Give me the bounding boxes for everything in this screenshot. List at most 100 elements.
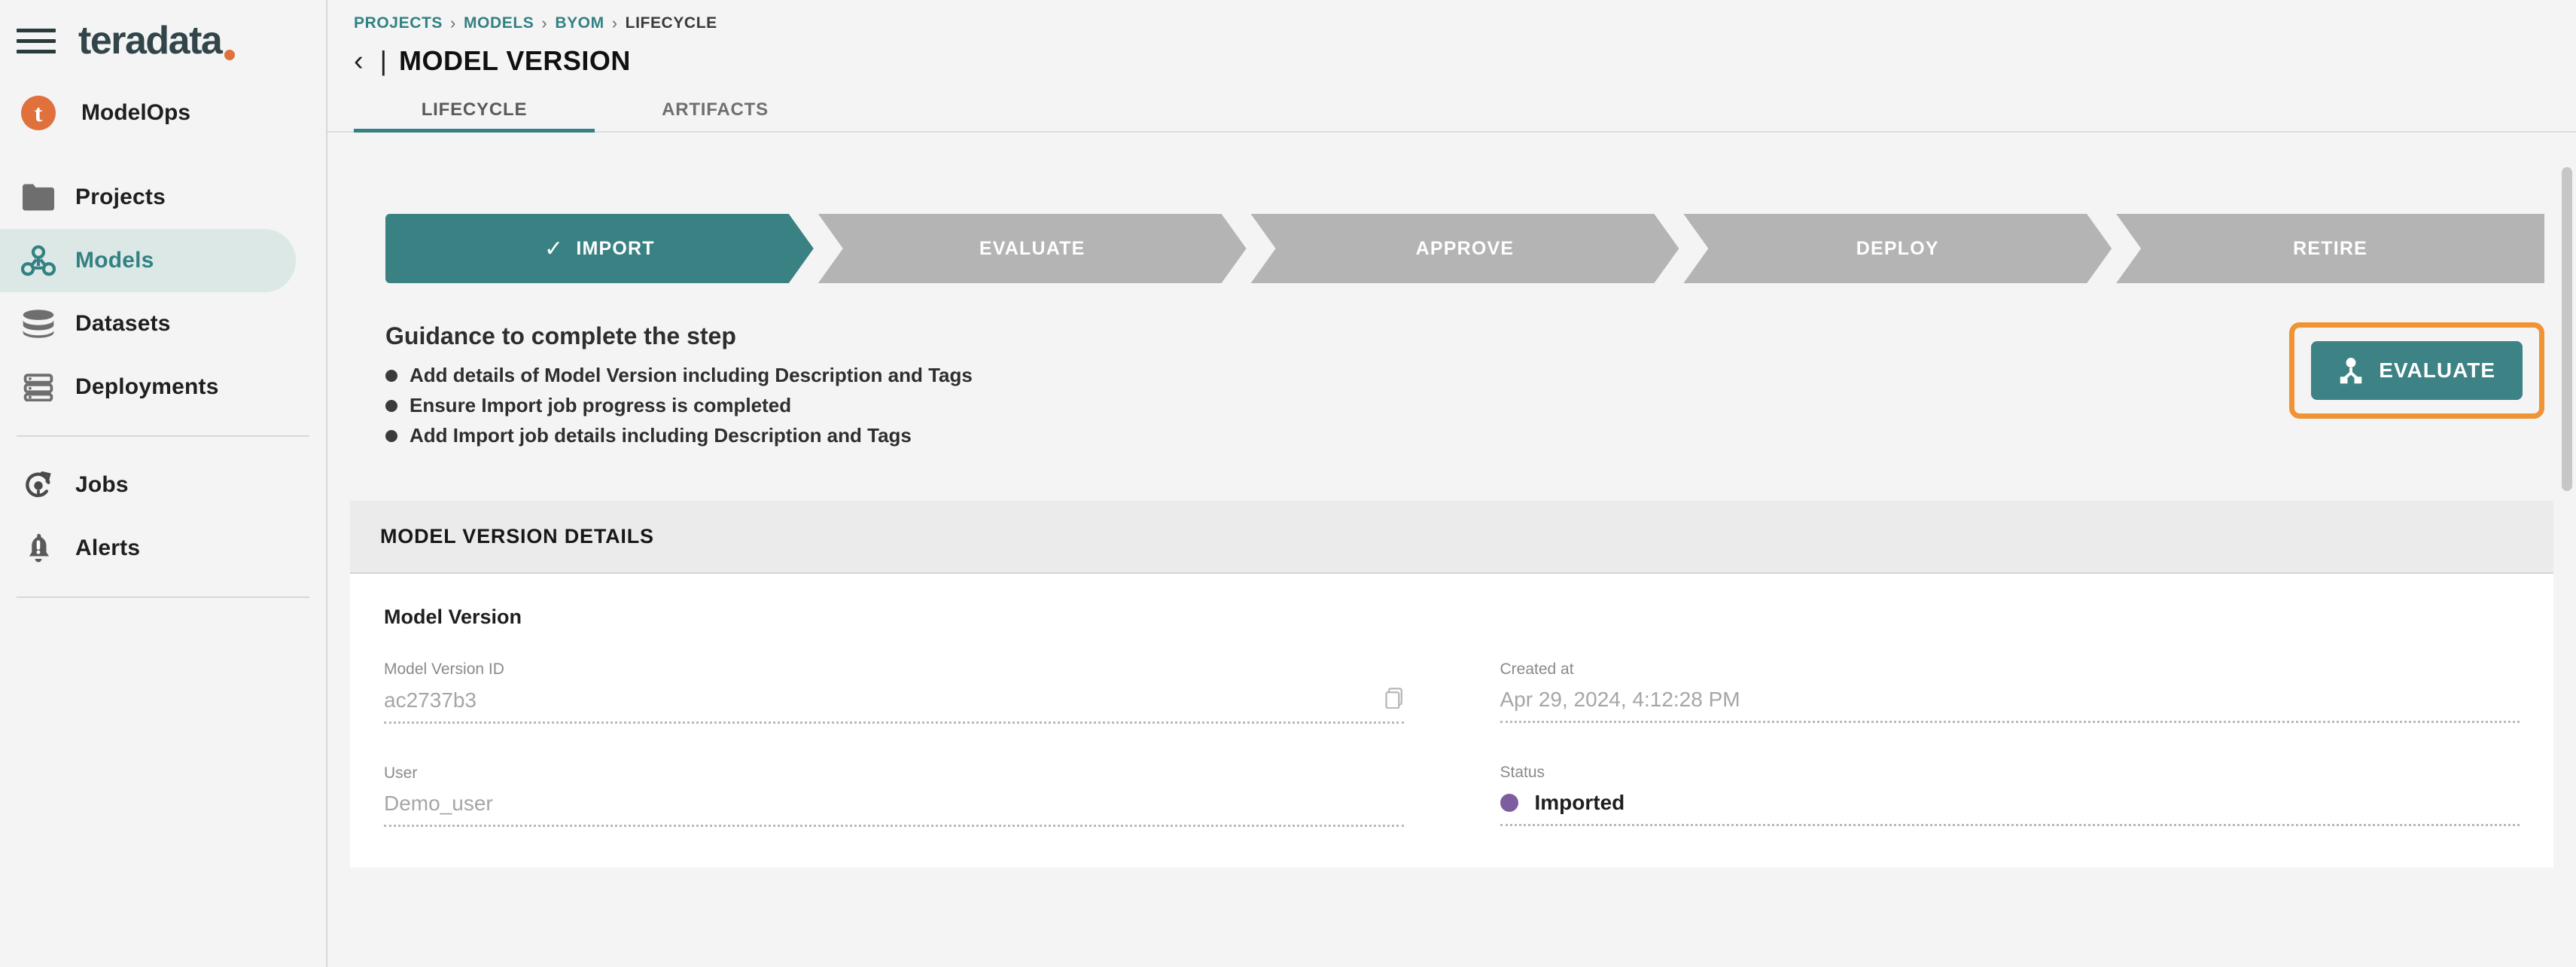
- scrollbar-thumb[interactable]: [2562, 167, 2572, 491]
- sidebar-nav: Projects Models Datasets Deployments Job…: [0, 166, 326, 598]
- guidance-list-item: Add Import job details including Descrip…: [385, 424, 973, 447]
- tab-lifecycle[interactable]: LIFECYCLE: [354, 99, 595, 133]
- bullet-icon: [385, 399, 397, 412]
- chevron-left-icon[interactable]: ‹: [354, 47, 364, 75]
- sidebar-item-alerts[interactable]: Alerts: [0, 517, 326, 580]
- status-badge: Imported: [1500, 791, 1625, 815]
- step-import[interactable]: ✓ IMPORT: [385, 214, 814, 283]
- guidance-heading: Guidance to complete the step: [385, 322, 736, 349]
- hamburger-menu-icon[interactable]: [17, 26, 56, 56]
- copy-icon[interactable]: [1384, 688, 1404, 712]
- sidebar-divider-2: [17, 596, 309, 598]
- refresh-job-icon: [15, 470, 62, 500]
- sidebar-item-projects[interactable]: Projects: [0, 166, 326, 229]
- tab-artifacts[interactable]: ARTIFACTS: [595, 99, 836, 133]
- step-label: APPROVE: [1415, 237, 1515, 259]
- teradata-logo-text: teradata: [78, 19, 223, 63]
- details-column-left: Model Version ID ac2737b3 User Demo_user: [384, 660, 1404, 868]
- teradata-logo[interactable]: teradata: [78, 18, 236, 63]
- field-label: Model Version ID: [384, 660, 504, 678]
- guidance-list: Add details of Model Version including D…: [385, 364, 973, 447]
- evaluate-node-icon: [2338, 357, 2364, 384]
- field-label: Created at: [1500, 660, 1574, 678]
- breadcrumb-item-byom[interactable]: BYOM: [555, 14, 604, 32]
- bell-alert-icon: [15, 532, 62, 564]
- breadcrumb-item-models[interactable]: MODELS: [464, 14, 534, 32]
- sidebar-item-modelops[interactable]: t ModelOps: [0, 81, 326, 145]
- field-user: User Demo_user: [384, 764, 1404, 827]
- sidebar-item-label: Datasets: [75, 311, 171, 336]
- evaluate-button[interactable]: EVALUATE: [2311, 341, 2523, 400]
- scroll-content: ✓ IMPORT EVALUATE APPROVE DEPLOY RETIRE: [327, 167, 2576, 967]
- lifecycle-stepper: ✓ IMPORT EVALUATE APPROVE DEPLOY RETIRE: [385, 214, 2544, 283]
- evaluate-highlight-box: EVALUATE: [2289, 322, 2544, 419]
- sidebar-item-label: Jobs: [75, 472, 129, 497]
- title-divider: |: [379, 45, 388, 76]
- guidance-text-block: Guidance to complete the step Add detail…: [385, 322, 973, 454]
- sidebar-item-models[interactable]: Models: [0, 229, 296, 292]
- status-dot-icon: [1500, 794, 1518, 812]
- field-value: ac2737b3: [384, 688, 477, 712]
- field-value: Apr 29, 2024, 4:12:28 PM: [1500, 688, 1740, 711]
- breadcrumb-separator: ›: [611, 14, 618, 32]
- field-value-row: ac2737b3: [384, 688, 1404, 724]
- folder-icon: [15, 184, 62, 211]
- sidebar-item-label: Alerts: [75, 535, 141, 560]
- breadcrumb-separator: ›: [450, 14, 456, 32]
- breadcrumb-item-projects[interactable]: PROJECTS: [354, 14, 443, 32]
- field-status: Status Imported: [1500, 764, 2520, 826]
- sidebar-item-label: Projects: [75, 185, 166, 209]
- model-version-details-panel: MODEL VERSION DETAILS Model Version Mode…: [350, 501, 2553, 868]
- guidance-item-label: Add Import job details including Descrip…: [410, 424, 912, 447]
- field-created-at: Created at Apr 29, 2024, 4:12:28 PM: [1500, 660, 2520, 723]
- sidebar-item-datasets[interactable]: Datasets: [0, 292, 326, 355]
- step-approve[interactable]: APPROVE: [1251, 214, 1679, 283]
- field-value: Demo_user: [384, 792, 493, 815]
- field-value-row: Imported: [1500, 791, 2520, 826]
- page-title-row: ‹ | MODEL VERSION: [327, 33, 2576, 77]
- status-label: Imported: [1534, 791, 1625, 814]
- sidebar-header: teradata: [0, 0, 326, 81]
- step-evaluate[interactable]: EVALUATE: [818, 214, 1247, 283]
- breadcrumb: PROJECTS › MODELS › BYOM › LIFECYCLE: [327, 0, 2576, 33]
- page-title: MODEL VERSION: [399, 45, 631, 76]
- guidance-item-label: Ensure Import job progress is completed: [410, 394, 792, 416]
- guidance-list-item: Add details of Model Version including D…: [385, 364, 973, 387]
- vertical-scrollbar[interactable]: [2558, 167, 2576, 967]
- step-label: IMPORT: [576, 237, 655, 259]
- step-label: DEPLOY: [1856, 237, 1939, 259]
- field-value-row: Apr 29, 2024, 4:12:28 PM: [1500, 688, 2520, 723]
- bullet-icon: [385, 369, 397, 382]
- main-content: PROJECTS › MODELS › BYOM › LIFECYCLE ‹ |…: [327, 0, 2576, 967]
- guidance-list-item: Ensure Import job progress is completed: [385, 394, 973, 417]
- sidebar-item-deployments[interactable]: Deployments: [0, 355, 326, 419]
- details-column-right: Created at Apr 29, 2024, 4:12:28 PM Stat…: [1500, 660, 2520, 868]
- field-model-version-id: Model Version ID ac2737b3: [384, 660, 1404, 724]
- panel-header: MODEL VERSION DETAILS: [350, 501, 2553, 574]
- bullet-icon: [385, 429, 397, 442]
- guidance-section: Guidance to complete the step Add detail…: [327, 322, 2576, 454]
- step-retire[interactable]: RETIRE: [2116, 214, 2544, 283]
- step-label: EVALUATE: [979, 237, 1086, 259]
- evaluate-button-label: EVALUATE: [2379, 358, 2495, 382]
- modelops-badge-icon: t: [21, 96, 56, 130]
- app-root: teradata t ModelOps Projects Models Data…: [0, 0, 2576, 967]
- step-deploy[interactable]: DEPLOY: [1683, 214, 2112, 283]
- section-title: Model Version: [384, 606, 522, 628]
- breadcrumb-item-lifecycle: LIFECYCLE: [625, 14, 717, 32]
- sidebar-item-jobs[interactable]: Jobs: [0, 453, 326, 517]
- sidebar: teradata t ModelOps Projects Models Data…: [0, 0, 327, 967]
- field-value-row: Demo_user: [384, 792, 1404, 827]
- details-field-grid: Model Version ID ac2737b3 User Demo_user…: [384, 660, 2520, 868]
- panel-body: Model Version Model Version ID ac2737b3: [350, 574, 2553, 868]
- teradata-logo-dot: [224, 50, 236, 60]
- sidebar-item-label: Models: [75, 248, 154, 273]
- sidebar-divider-1: [17, 435, 309, 437]
- server-icon: [15, 373, 62, 401]
- modelops-label: ModelOps: [81, 100, 191, 125]
- field-label: Status: [1500, 764, 1545, 781]
- tab-bar: LIFECYCLE ARTIFACTS: [327, 99, 2576, 133]
- breadcrumb-separator: ›: [541, 14, 548, 32]
- check-icon: ✓: [544, 236, 565, 261]
- field-label: User: [384, 764, 418, 782]
